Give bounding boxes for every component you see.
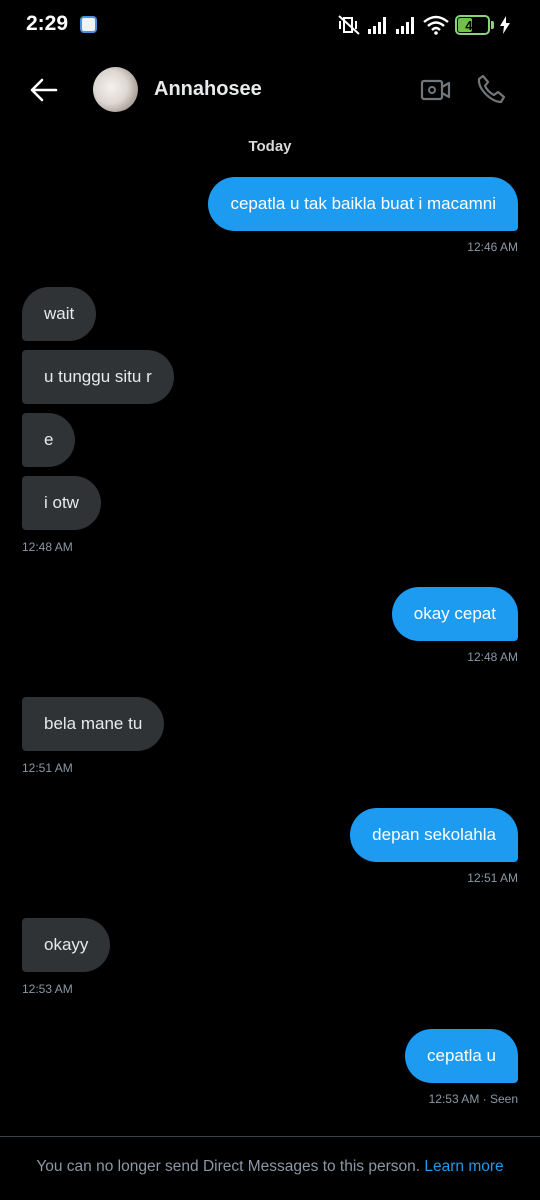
battery-icon: 44: [455, 15, 490, 35]
message-bubble-sent[interactable]: depan sekolahla: [350, 808, 518, 862]
learn-more-link[interactable]: Learn more: [424, 1158, 503, 1175]
battery-level: 44: [465, 17, 480, 33]
message-bubble-received[interactable]: i otw: [22, 476, 101, 530]
message-timestamp: 12:51 AM: [467, 871, 518, 885]
message-timestamp: 12:53 AM: [22, 982, 73, 996]
dm-disabled-notice: You can no longer send Direct Messages t…: [0, 1158, 540, 1176]
message-timestamp: 12:51 AM: [22, 761, 73, 775]
battery-tip: [491, 21, 494, 29]
message-timestamp: 12:48 AM: [467, 650, 518, 664]
message-bubble-received[interactable]: okayy: [22, 918, 111, 972]
signal-icon: [396, 17, 414, 34]
message-timestamp-seen: 12:53 AM · Seen: [428, 1092, 518, 1106]
video-call-button[interactable]: [420, 75, 452, 105]
avatar[interactable]: [93, 67, 138, 112]
status-time: 2:29: [26, 12, 69, 35]
status-icons: 44: [337, 13, 510, 37]
message-bubble-received[interactable]: e: [22, 413, 76, 467]
back-arrow-icon: [30, 78, 58, 102]
message-bubble-sent[interactable]: cepatla u: [405, 1029, 518, 1083]
message-bubble-sent[interactable]: cepatla u tak baikla buat i macamni: [208, 177, 518, 231]
message-bubble-received[interactable]: wait: [22, 287, 97, 341]
wifi-icon: [423, 15, 449, 35]
phone-icon: [477, 74, 506, 104]
status-bar: 2:29 44: [0, 0, 540, 50]
voice-call-button[interactable]: [475, 73, 507, 105]
app-notification-icon: [80, 16, 97, 33]
message-bubble-received[interactable]: u tunggu situ r: [22, 350, 174, 404]
charging-icon: [500, 16, 510, 34]
message-timestamp: 12:48 AM: [22, 540, 73, 554]
date-separator: Today: [248, 138, 292, 155]
back-button[interactable]: [28, 74, 60, 106]
video-camera-icon: [420, 79, 451, 101]
message-timestamp: 12:46 AM: [467, 240, 518, 254]
mute-vibrate-icon: [338, 15, 360, 35]
divider: [0, 1136, 540, 1137]
dm-disabled-text: You can no longer send Direct Messages t…: [36, 1158, 421, 1175]
signal-icon: [368, 17, 386, 34]
conversation-header: Annahosee: [0, 60, 540, 120]
contact-name[interactable]: Annahosee: [154, 78, 262, 101]
message-bubble-sent[interactable]: okay cepat: [391, 587, 518, 641]
message-bubble-received[interactable]: bela mane tu: [22, 697, 165, 751]
